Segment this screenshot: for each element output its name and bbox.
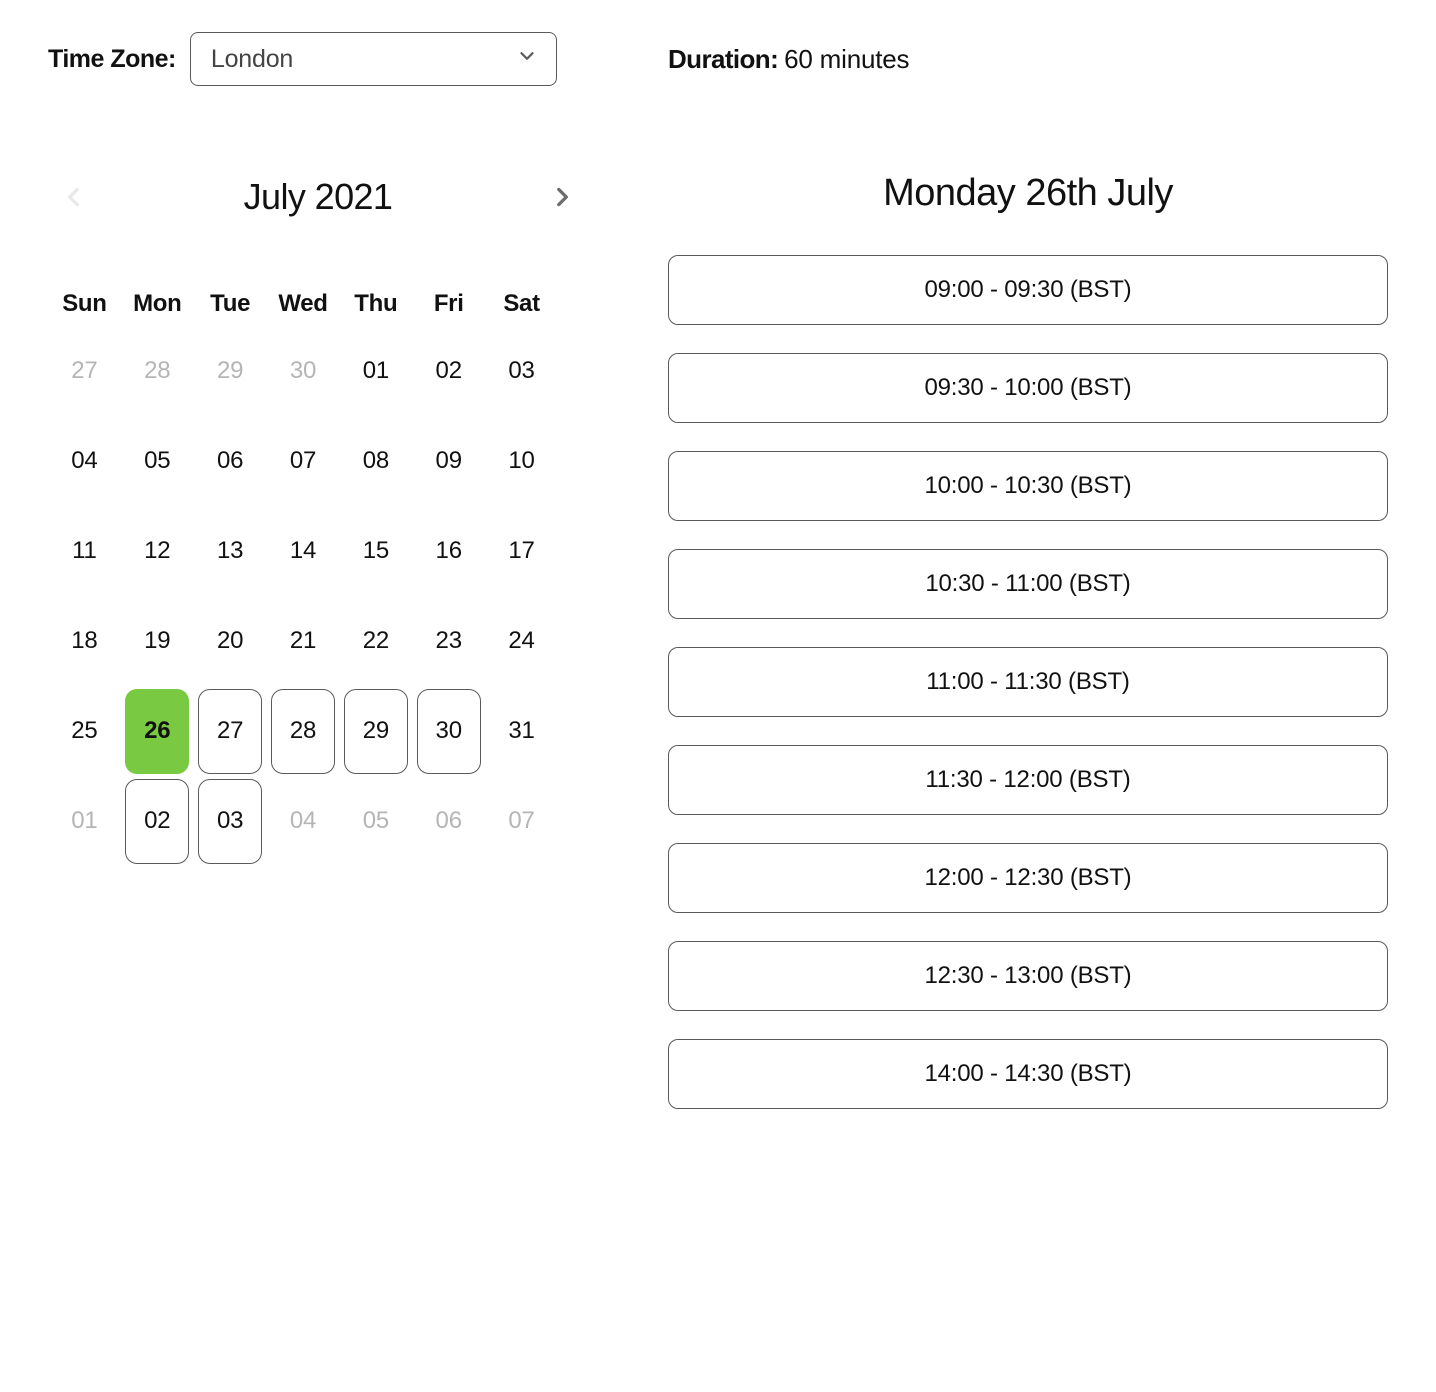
calendar-day: 21 [271, 599, 335, 684]
calendar-day: 05 [125, 419, 189, 504]
calendar-day[interactable]: 02 [125, 779, 189, 864]
calendar-day: 30 [271, 329, 335, 414]
calendar-day: 01 [52, 779, 116, 864]
prev-month-button[interactable] [56, 179, 92, 215]
timezone-select[interactable]: London [190, 32, 557, 86]
calendar-day: 01 [344, 329, 408, 414]
calendar-day: 27 [52, 329, 116, 414]
time-slot[interactable]: 09:00 - 09:30 (BST) [668, 255, 1388, 325]
chevron-down-icon [516, 45, 538, 74]
weekday-header: Sat [485, 282, 558, 326]
calendar-day: 14 [271, 509, 335, 594]
calendar-day: 15 [344, 509, 408, 594]
calendar-day: 04 [271, 779, 335, 864]
calendar-day: 09 [417, 419, 481, 504]
next-month-button[interactable] [544, 179, 580, 215]
calendar-day: 31 [490, 689, 554, 774]
time-slot[interactable]: 11:00 - 11:30 (BST) [668, 647, 1388, 717]
weekday-header: Sun [48, 282, 121, 326]
calendar-day[interactable]: 30 [417, 689, 481, 774]
calendar-day: 03 [490, 329, 554, 414]
selected-date-title: Monday 26th July [668, 172, 1388, 215]
duration-value: 60 minutes [784, 44, 909, 75]
weekday-header: Mon [121, 282, 194, 326]
calendar-day: 23 [417, 599, 481, 684]
month-title: July 2021 [244, 176, 393, 218]
time-slot[interactable]: 10:30 - 11:00 (BST) [668, 549, 1388, 619]
calendar-day: 02 [417, 329, 481, 414]
time-slot[interactable]: 10:00 - 10:30 (BST) [668, 451, 1388, 521]
calendar-day: 18 [52, 599, 116, 684]
calendar-day[interactable]: 03 [198, 779, 262, 864]
calendar-day: 17 [490, 509, 554, 594]
calendar-day[interactable]: 28 [271, 689, 335, 774]
time-slot[interactable]: 12:00 - 12:30 (BST) [668, 843, 1388, 913]
calendar-day: 07 [271, 419, 335, 504]
calendar-day: 11 [52, 509, 116, 594]
calendar-day: 20 [198, 599, 262, 684]
calendar-day: 16 [417, 509, 481, 594]
weekday-header: Tue [194, 282, 267, 326]
weekday-header: Wed [267, 282, 340, 326]
calendar-day: 13 [198, 509, 262, 594]
calendar-day: 08 [344, 419, 408, 504]
calendar-day: 29 [198, 329, 262, 414]
calendar-day[interactable]: 29 [344, 689, 408, 774]
weekday-header: Thu [339, 282, 412, 326]
calendar-day[interactable]: 27 [198, 689, 262, 774]
time-slot[interactable]: 14:00 - 14:30 (BST) [668, 1039, 1388, 1109]
weekday-header: Fri [412, 282, 485, 326]
calendar-day: 10 [490, 419, 554, 504]
duration-label: Duration: [668, 44, 778, 75]
time-slot[interactable]: 09:30 - 10:00 (BST) [668, 353, 1388, 423]
timezone-label: Time Zone: [48, 45, 176, 74]
calendar-day: 06 [417, 779, 481, 864]
calendar-day: 28 [125, 329, 189, 414]
calendar-day: 05 [344, 779, 408, 864]
time-slot[interactable]: 11:30 - 12:00 (BST) [668, 745, 1388, 815]
calendar-day: 19 [125, 599, 189, 684]
calendar-day: 12 [125, 509, 189, 594]
calendar-day: 04 [52, 419, 116, 504]
timezone-value: London [211, 45, 293, 74]
calendar-day: 24 [490, 599, 554, 684]
time-slot[interactable]: 12:30 - 13:00 (BST) [668, 941, 1388, 1011]
calendar-day: 07 [490, 779, 554, 864]
calendar-day: 06 [198, 419, 262, 504]
calendar-day: 22 [344, 599, 408, 684]
calendar-day: 25 [52, 689, 116, 774]
chevron-right-icon [549, 184, 575, 210]
calendar-day[interactable]: 26 [125, 689, 189, 774]
chevron-left-icon [61, 184, 87, 210]
